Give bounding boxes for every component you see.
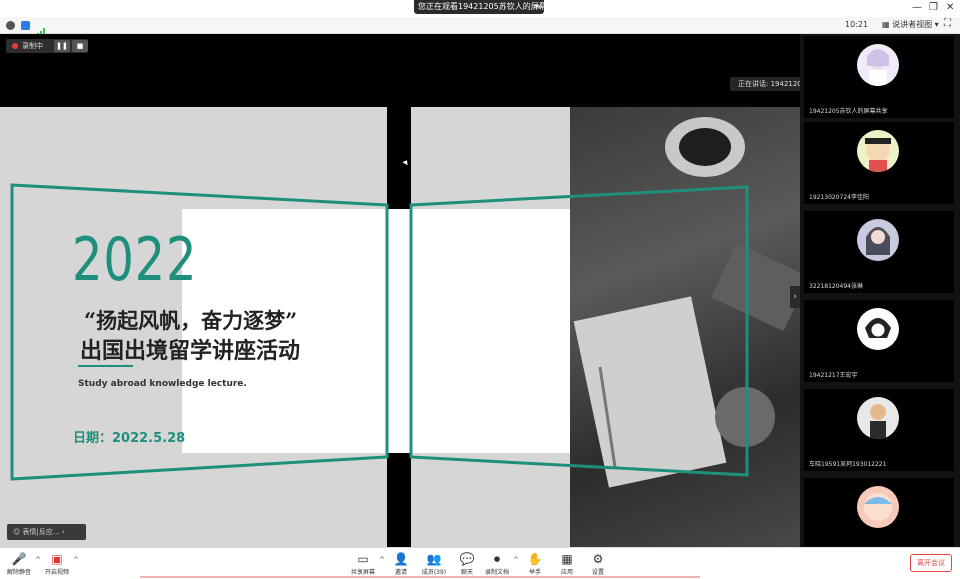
- video-options-caret-icon[interactable]: ^: [73, 556, 79, 564]
- participant-name: 32218120494张琳: [807, 281, 865, 290]
- participant-tile[interactable]: [804, 478, 954, 546]
- chat-button[interactable]: 💬 聊天: [450, 551, 484, 579]
- info-icon[interactable]: [6, 21, 15, 30]
- participant-name: 车晓19591吴珂193012221: [807, 459, 889, 468]
- collapse-gallery-button[interactable]: ›: [790, 286, 800, 308]
- recording-dot-icon: [12, 43, 18, 49]
- hand-icon: ✋: [527, 552, 543, 566]
- recording-indicator: 录制中 ❚❚ ■: [6, 39, 88, 53]
- unmute-button[interactable]: 🎤 解除静音: [2, 551, 36, 579]
- menu-icon[interactable]: ≡: [534, 0, 541, 14]
- invite-label: 邀请: [394, 569, 407, 576]
- slide-title-line2: 出国出境留学讲座活动: [80, 338, 301, 364]
- slide-year: 2022: [72, 225, 198, 295]
- fullscreen-icon[interactable]: ⛶: [944, 18, 951, 29]
- participant-tile[interactable]: 19213020724李佳阳: [804, 122, 954, 204]
- apps-label: 应用: [560, 569, 573, 576]
- share-screen-label: 共享屏幕: [350, 569, 375, 576]
- invite-button[interactable]: 👤 邀请: [384, 551, 418, 579]
- slide-subtitle: Study abroad knowledge lecture.: [78, 379, 247, 389]
- participants-label: 成员(39): [421, 569, 447, 576]
- avatar: [857, 397, 899, 439]
- title-bar: 您正在观看19421205苏钦人的屏幕 ≡ — ❐ ✕: [0, 0, 960, 17]
- stop-recording-button[interactable]: ■: [72, 40, 88, 52]
- leave-meeting-button[interactable]: 离开会议: [910, 554, 952, 572]
- settings-button[interactable]: ⚙ 设置: [581, 551, 615, 579]
- apps-grid-icon: ▦: [561, 552, 573, 566]
- participants-button[interactable]: 👥 成员(39): [417, 551, 451, 579]
- settings-label: 设置: [591, 569, 604, 576]
- presentation-slide: 2022 “扬起风帆，奋力逐梦” 出国出境留学讲座活动 Study abroad…: [0, 107, 800, 555]
- pause-recording-button[interactable]: ❚❚: [54, 40, 70, 52]
- gear-icon: ⚙: [592, 552, 604, 566]
- participant-tile[interactable]: 19421217王宏宇: [804, 300, 954, 382]
- record-icon: ⏺: [493, 552, 500, 566]
- add-person-icon: 👤: [393, 552, 409, 566]
- reactions-bar[interactable]: ☺ 表情|反应... ‹: [7, 524, 86, 540]
- slide-title-line1: “扬起风帆，奋力逐梦”: [84, 308, 298, 333]
- screen-share-banner[interactable]: 您正在观看19421205苏钦人的屏幕 ≡: [414, 0, 544, 14]
- signal-icon[interactable]: [37, 21, 46, 36]
- meeting-timer: 10:21: [845, 20, 869, 29]
- participant-tile[interactable]: 车晓19591吴珂193012221: [804, 389, 954, 471]
- people-icon: 👥: [426, 552, 442, 566]
- meeting-info-bar: 10:21 ▦ 说讲者视图 ▾ ⛶: [0, 17, 960, 36]
- participant-tile[interactable]: 32218120494张琳: [804, 211, 954, 293]
- start-video-button[interactable]: ▣ 开启视频: [40, 551, 74, 579]
- microphone-muted-icon: 🎤: [11, 552, 27, 566]
- avatar: [857, 486, 899, 528]
- participant-name: 19421217王宏宇: [807, 370, 860, 379]
- share-banner-text: 您正在观看19421205苏钦人的屏幕: [418, 2, 544, 11]
- raise-hand-button[interactable]: ✋ 举手: [518, 551, 552, 579]
- start-video-label: 开启视频: [44, 569, 69, 576]
- avatar: [857, 219, 899, 261]
- record-button[interactable]: ⏺ 录制文档: [480, 551, 514, 579]
- apps-button[interactable]: ▦ 应用: [550, 551, 584, 579]
- shared-screen: 录制中 ❚❚ ■ 2022 “扬起风帆，奋力逐梦” 出国出境留学讲座活动 Stu…: [0, 34, 870, 555]
- shield-icon[interactable]: [21, 21, 30, 30]
- restore-button[interactable]: ❐: [929, 2, 938, 13]
- participant-name: 19421205苏钦人的屏幕共享: [807, 106, 890, 115]
- title-underline: [78, 365, 133, 367]
- participant-gallery: › 19421205苏钦人的屏幕共享 19213020724李佳阳 322181…: [790, 34, 960, 547]
- share-screen-icon: ▭: [357, 552, 369, 566]
- participant-tile[interactable]: 19421205苏钦人的屏幕共享: [804, 36, 954, 118]
- video-off-icon: ▣: [51, 552, 63, 566]
- minimize-button[interactable]: —: [912, 2, 922, 13]
- view-mode-button[interactable]: ▦ 说讲者视图 ▾: [878, 19, 943, 31]
- record-label: 录制文档: [484, 569, 509, 576]
- share-screen-button[interactable]: ▭ 共享屏幕: [346, 551, 380, 579]
- close-button[interactable]: ✕: [946, 2, 954, 13]
- unmute-label: 解除静音: [6, 569, 31, 576]
- chat-icon: 💬: [459, 552, 475, 566]
- status-strip: [140, 576, 700, 578]
- slide-date: 日期：2022.5.28: [73, 431, 186, 446]
- avatar: [857, 44, 899, 86]
- avatar: [857, 308, 899, 350]
- participant-name: 19213020724李佳阳: [807, 192, 871, 201]
- meeting-toolbar: 🎤 解除静音 ^ ▣ 开启视频 ^ ▭ 共享屏幕 ^ 👤 邀请 👥 成员(39)…: [0, 547, 960, 579]
- chat-label: 聊天: [460, 569, 473, 576]
- raise-hand-label: 举手: [528, 569, 541, 576]
- reactions-label: ☺ 表情|反应... ‹: [13, 528, 65, 536]
- recording-label: 录制中: [22, 42, 43, 50]
- avatar: [857, 130, 899, 172]
